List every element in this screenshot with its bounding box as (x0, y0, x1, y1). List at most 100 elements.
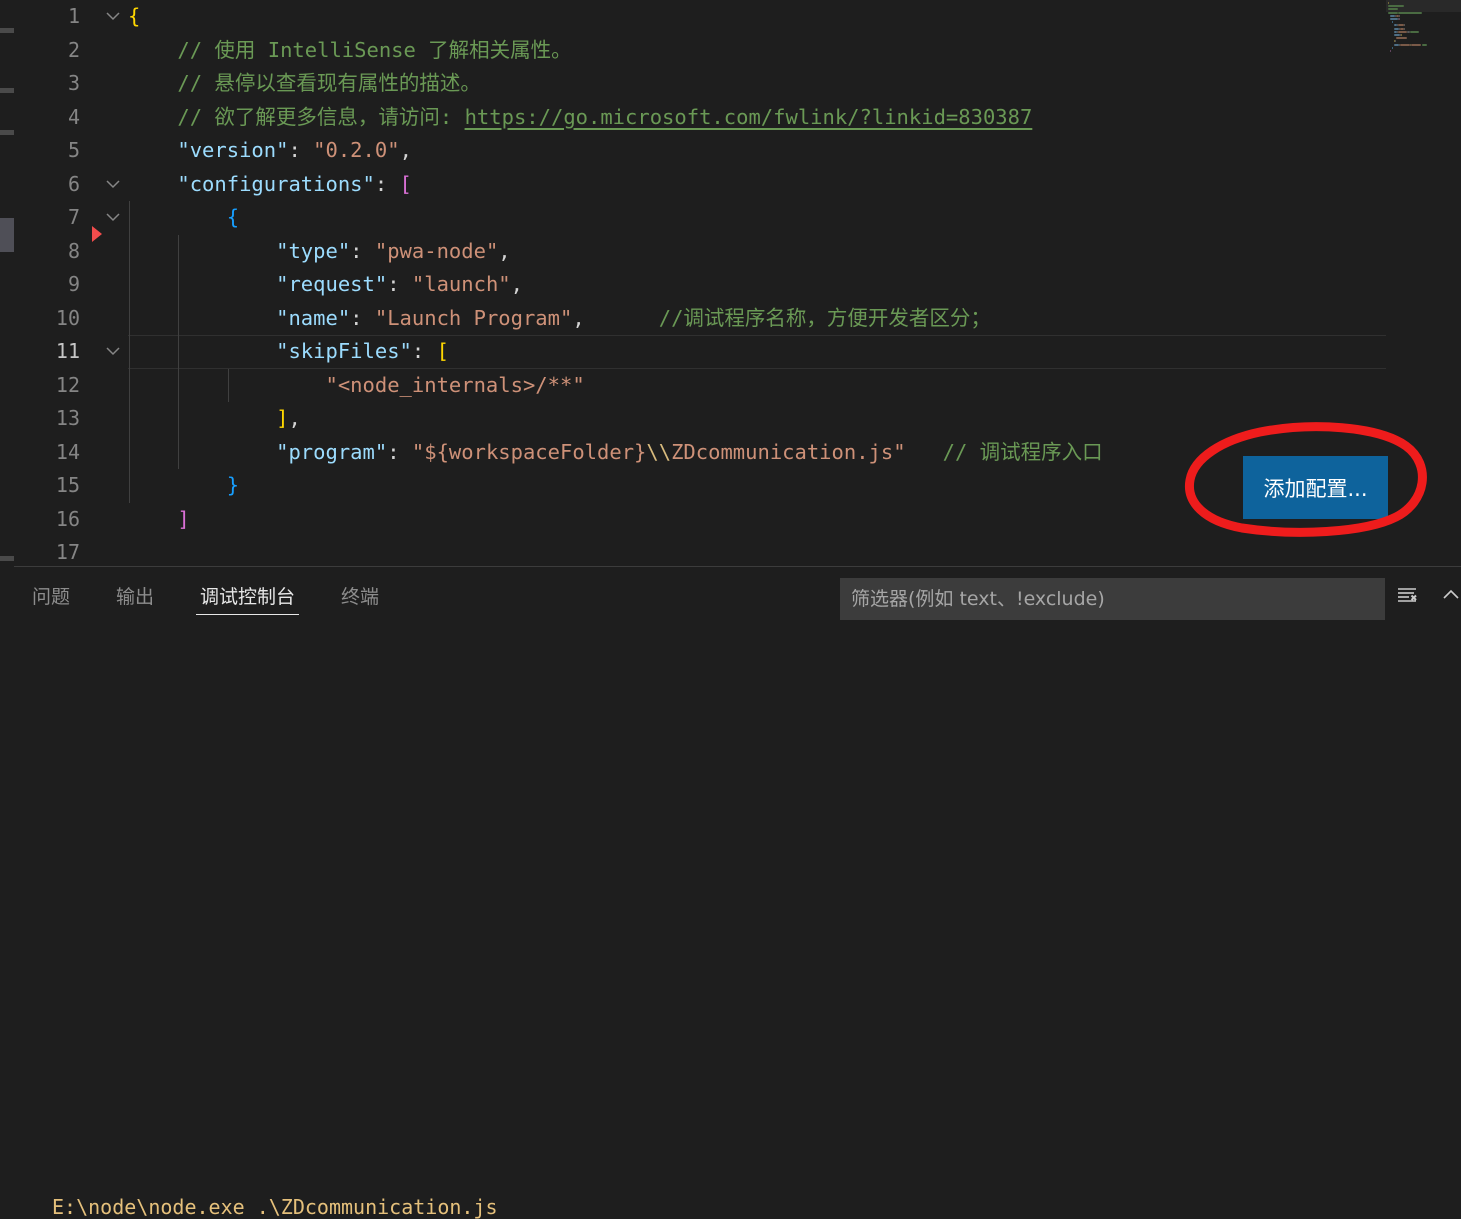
chevron-down-icon[interactable] (102, 0, 124, 34)
clear-console-icon[interactable] (1392, 580, 1422, 610)
minimap-line (1399, 43, 1410, 46)
code-token: // 欲了解更多信息，请访问: (128, 104, 465, 129)
panel-tab-inactive[interactable]: 终端 (327, 567, 393, 624)
minimap-line (1422, 43, 1427, 46)
add-configuration-button[interactable]: 添加配置... (1243, 456, 1388, 519)
code-token: , (498, 238, 511, 263)
line-number: 8 (67, 238, 80, 263)
line-number: 17 (55, 540, 80, 564)
panel-action-bar (1392, 580, 1461, 610)
code-text: "request": "launch", (128, 268, 523, 302)
code-text: "program": "${workspaceFolder}\\ZDcommun… (128, 436, 1103, 470)
ruler-mark (0, 556, 14, 561)
code-line[interactable]: 4 // 欲了解更多信息，请访问: https://go.microsoft.c… (14, 101, 1461, 135)
code-token: : (350, 238, 375, 263)
minimap-line (1410, 43, 1421, 46)
minimap-line (1398, 24, 1404, 27)
code-token: // 使用 IntelliSense 了解相关属性。 (128, 37, 572, 62)
minimap-line (1401, 34, 1402, 36)
line-number: 5 (67, 138, 80, 162)
code-line[interactable]: 8 "type": "pwa-node", (14, 225, 1461, 269)
code-token: "request" (276, 272, 388, 296)
code-line[interactable]: 17 (14, 536, 1461, 566)
code-line[interactable]: 3 // 悬停以查看现有属性的描述。 (14, 67, 1461, 101)
code-token: ] (276, 406, 289, 430)
filter-field-wrapper (840, 578, 1385, 620)
panel-tab-inactive[interactable]: 输出 (102, 567, 168, 624)
code-token: "pwa-node" (374, 238, 499, 263)
code-text: // 使用 IntelliSense 了解相关属性。 (128, 34, 572, 68)
minimap-line (1388, 5, 1404, 8)
minimap-line (1399, 18, 1401, 20)
code-line[interactable]: 6 "configurations": [ (14, 168, 1461, 202)
code-line[interactable]: 10 "name": "Launch Program", //调试程序名称，方便… (14, 301, 1461, 335)
minimap[interactable] (1386, 0, 1461, 566)
code-token: ] (177, 506, 190, 531)
breakpoint-marker[interactable] (92, 225, 102, 242)
panel-tab-active[interactable]: 调试控制台 (186, 567, 309, 624)
code-text: { (128, 0, 140, 34)
chevron-down-icon[interactable] (102, 201, 124, 235)
minimap-line (1390, 50, 1392, 52)
code-token: "${workspaceFolder} (411, 439, 647, 464)
line-number: 6 (67, 171, 80, 196)
code-line[interactable]: 2 // 使用 IntelliSense 了解相关属性。 (14, 34, 1461, 68)
code-token: "Launch Program" (374, 305, 573, 330)
code-token: { (226, 205, 240, 229)
minimap-line (1392, 46, 1394, 49)
minimap-line (1388, 11, 1399, 14)
chevron-up-icon[interactable] (1436, 580, 1461, 610)
panel-tab-inactive[interactable]: 问题 (18, 567, 84, 624)
code-line[interactable]: 9 "request": "launch", (14, 268, 1461, 302)
code-token: "program" (276, 439, 388, 464)
ruler-mark (0, 28, 14, 33)
code-token: "type" (276, 238, 351, 263)
code-token: [ (399, 171, 412, 196)
code-text: "type": "pwa-node", (128, 235, 511, 269)
ruler-mark (0, 130, 14, 135)
minimap-line (1404, 27, 1406, 30)
code-line[interactable]: 12 "<node_internals>/**" (14, 368, 1461, 402)
console-filter-input[interactable] (840, 578, 1385, 620)
code-token: \\ (646, 439, 672, 464)
code-token: "name" (276, 305, 351, 330)
line-number: 10 (55, 305, 80, 330)
code-token: "<node_internals>/**" (325, 372, 585, 397)
code-token[interactable]: https://go.microsoft.com/fwlink/?linkid=… (465, 105, 1033, 129)
code-token: : (387, 439, 412, 464)
minimap-line (1410, 30, 1420, 33)
minimap-line (1388, 2, 1389, 4)
vscode-window: 1{2 // 使用 IntelliSense 了解相关属性。 3 // 悬停以查看… (0, 0, 1461, 1219)
scrollbar-thumb[interactable] (0, 218, 14, 252)
code-token: : (350, 305, 375, 330)
code-token: : (374, 171, 400, 196)
code-line[interactable]: 1{ (14, 0, 1461, 34)
code-line[interactable]: 5 "version": "0.2.0", (14, 134, 1461, 168)
code-text: // 悬停以查看现有属性的描述。 (128, 67, 481, 101)
overview-ruler-strip[interactable] (0, 0, 14, 652)
code-editor[interactable]: 1{2 // 使用 IntelliSense 了解相关属性。 3 // 悬停以查看… (14, 0, 1461, 566)
code-token: , (288, 406, 301, 430)
chevron-down-icon[interactable] (102, 168, 124, 202)
code-token: : (288, 138, 314, 162)
chevron-down-icon[interactable] (102, 335, 124, 369)
code-line[interactable]: 7 { (14, 201, 1461, 235)
minimap-line (1398, 30, 1407, 33)
code-text: "configurations": [ (128, 168, 412, 202)
code-line[interactable]: 13 ], (14, 402, 1461, 436)
code-line[interactable]: 11 "skipFiles": [ (14, 335, 1461, 369)
code-token: , (510, 272, 523, 296)
code-text: ], (128, 402, 301, 436)
code-token: "0.2.0" (313, 138, 400, 162)
debug-console-output-line: E:\node\node.exe .\ZDcommunication.js (52, 1195, 498, 1219)
code-text: "skipFiles": [ (128, 335, 449, 369)
line-number: 9 (67, 272, 80, 296)
